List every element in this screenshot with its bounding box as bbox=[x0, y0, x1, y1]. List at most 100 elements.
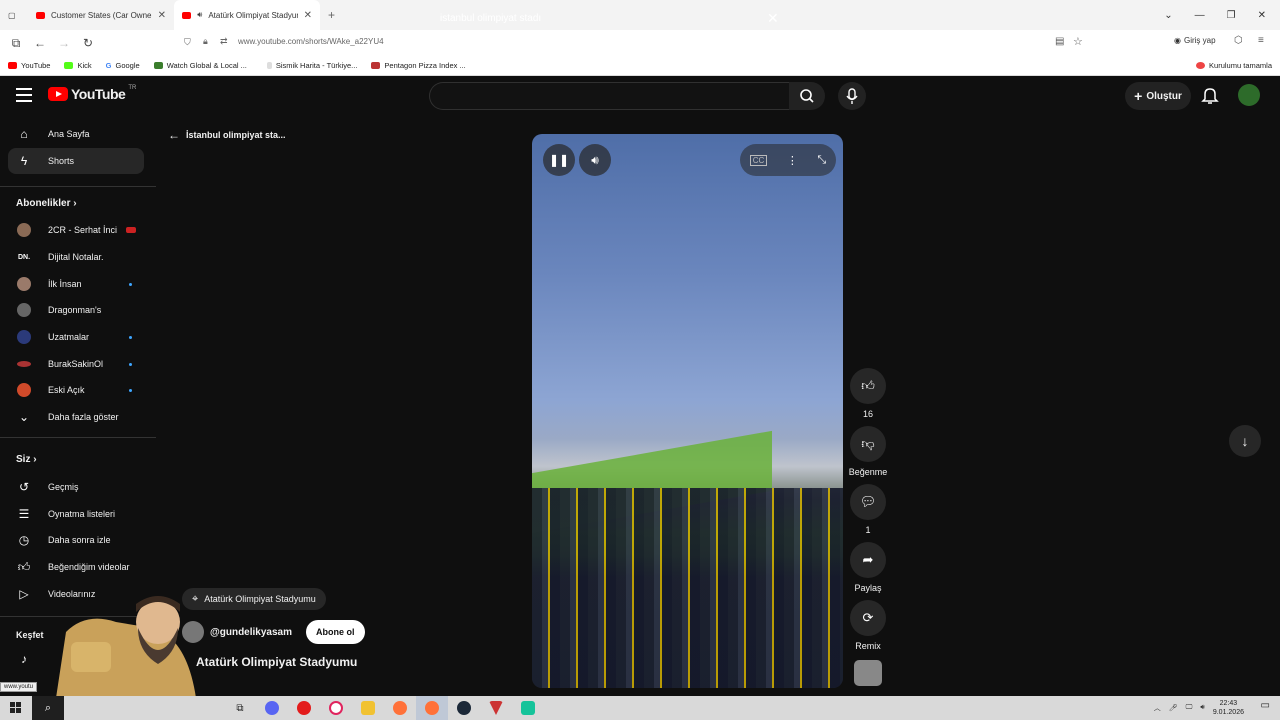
shorts-icon: ϟ bbox=[20, 154, 28, 168]
back-icon[interactable]: ← bbox=[28, 36, 52, 50]
taskbar-app-opera[interactable] bbox=[288, 696, 320, 720]
sidebar-item-eski-acik[interactable]: Eski Açık bbox=[8, 377, 144, 403]
youtube-logo[interactable]: YouTube TR bbox=[48, 85, 136, 102]
tab-actions-icon[interactable]: ▢ bbox=[0, 0, 28, 30]
signin-button[interactable]: ◉ Giriş yap bbox=[1174, 36, 1216, 45]
browser-tab-ataturk[interactable]: 🔊︎ Atatürk Olimpiyat Stadyumu ✕ bbox=[174, 0, 320, 30]
youtube-header: YouTube TR + Oluştur bbox=[0, 76, 1280, 116]
menu-icon[interactable]: ≡ bbox=[1258, 35, 1264, 46]
sidebar-item-dijital-notalar[interactable]: DN. Dijital Notalar. bbox=[8, 244, 144, 270]
avatar[interactable] bbox=[1238, 84, 1260, 106]
channel-avatar bbox=[17, 330, 31, 344]
bookmark-watch-global[interactable]: Watch Global & Local ... bbox=[153, 61, 247, 70]
comment-icon: 💬︎ bbox=[850, 484, 886, 520]
sound-thumbnail[interactable] bbox=[848, 660, 888, 686]
steam-icon bbox=[457, 701, 471, 715]
notifications-bell-icon[interactable] bbox=[1200, 85, 1220, 105]
taskbar-app-valorant[interactable] bbox=[480, 696, 512, 720]
search-taskbar-button[interactable]: ⌕ bbox=[32, 696, 64, 720]
fullscreen-icon[interactable]: ⤡ bbox=[817, 154, 826, 167]
subscriptions-heading[interactable]: Abonelikler › bbox=[16, 198, 77, 209]
create-button[interactable]: + Oluştur bbox=[1125, 82, 1191, 110]
sidebar-item-liked[interactable]: 👍︎ Beğendiğim videolar bbox=[8, 554, 144, 580]
short-title[interactable]: Atatürk Olimpiyat Stadyumu bbox=[196, 655, 357, 669]
like-button[interactable]: 👍︎ 16 bbox=[848, 368, 888, 419]
network-icon[interactable]: 🖵︎ bbox=[1186, 704, 1193, 712]
browser-tab-customer-states[interactable]: Customer States (Car Owners G ✕ bbox=[28, 0, 174, 30]
volume-button[interactable]: 🔊︎ bbox=[579, 144, 611, 176]
sidebar-toggle-icon[interactable]: ⧉ bbox=[4, 36, 28, 51]
taskbar-app-opera-gx[interactable] bbox=[320, 696, 352, 720]
search-button[interactable] bbox=[789, 82, 825, 110]
taskbar-app-explorer[interactable] bbox=[352, 696, 384, 720]
permissions-icon[interactable]: ⇄ bbox=[220, 36, 228, 47]
forward-icon[interactable]: → bbox=[52, 36, 76, 50]
bookmark-star-icon[interactable]: ☆ bbox=[1073, 35, 1083, 48]
bookmark-youtube[interactable]: YouTube bbox=[8, 61, 50, 70]
taskbar-app-discord[interactable] bbox=[256, 696, 288, 720]
clear-search-icon[interactable]: ✕ bbox=[767, 10, 779, 27]
restore-icon[interactable]: ❐ bbox=[1227, 10, 1236, 21]
sidebar-item-uzatmalar[interactable]: Uzatmalar bbox=[8, 324, 144, 350]
tray-expand-icon[interactable]: ︿ bbox=[1154, 703, 1161, 713]
sidebar-item-shorts[interactable]: ϟ Shorts bbox=[8, 148, 144, 174]
extensions-icon[interactable]: ⬡ bbox=[1234, 35, 1243, 46]
lock-icon[interactable]: 🔒︎ bbox=[203, 36, 208, 47]
hamburger-menu-icon[interactable] bbox=[16, 88, 32, 106]
sidebar-item-home[interactable]: ⌂ Ana Sayfa bbox=[8, 121, 144, 147]
share-button[interactable]: ➦ Paylaş bbox=[848, 542, 888, 593]
bookmark-pentagon[interactable]: Pentagon Pizza Index ... bbox=[371, 61, 466, 70]
close-tab-icon[interactable]: ✕ bbox=[304, 10, 312, 21]
notifications-icon[interactable]: ▭ bbox=[1261, 700, 1270, 711]
comments-button[interactable]: 💬︎ 1 bbox=[848, 484, 888, 535]
reader-view-icon[interactable]: ▤ bbox=[1055, 36, 1064, 47]
live-badge bbox=[126, 227, 136, 233]
search-input[interactable]: istanbul olimpiyat stadı bbox=[440, 13, 541, 24]
subscribe-button[interactable]: Abone ol bbox=[306, 620, 365, 644]
volume-tray-icon[interactable]: 🔊︎ bbox=[1200, 704, 1204, 712]
sidebar-item-ilk-insan[interactable]: İlk İnsan bbox=[8, 271, 144, 297]
voice-search-button[interactable] bbox=[838, 82, 866, 110]
mic-icon bbox=[846, 88, 858, 104]
back-to-search-link[interactable]: ← İstanbul olimpiyat sta... bbox=[168, 128, 286, 142]
you-heading[interactable]: Siz › bbox=[16, 454, 37, 465]
url-field[interactable]: www.youtube.com/shorts/WAke_a22YU4 bbox=[238, 37, 384, 46]
sidebar-item-watch-later[interactable]: ◷ Daha sonra izle bbox=[8, 527, 144, 553]
channel-name[interactable]: @gundelikyasam bbox=[210, 627, 292, 638]
taskbar-app-firefox[interactable] bbox=[384, 696, 416, 720]
sidebar-item-history[interactable]: ↺ Geçmiş bbox=[8, 474, 144, 500]
bookmark-kick[interactable]: Kick bbox=[64, 61, 92, 70]
bookmark-sismik[interactable]: Sismik Harita - Türkiye... bbox=[266, 61, 357, 70]
task-view-button[interactable]: ⧉ bbox=[224, 696, 256, 720]
speaker-icon[interactable]: 🔊︎ bbox=[197, 10, 202, 20]
pause-button[interactable]: ❚❚ bbox=[543, 144, 575, 176]
taskbar-app-steam[interactable] bbox=[448, 696, 480, 720]
search-box[interactable] bbox=[429, 82, 789, 110]
tab-list-icon[interactable]: ⌄ bbox=[1164, 10, 1172, 21]
sidebar-item-buraksakinol[interactable]: BurakSakinOl bbox=[8, 351, 144, 377]
bookmark-kurulum[interactable]: Kurulumu tamamla bbox=[1196, 61, 1272, 70]
captions-icon[interactable]: CC bbox=[749, 154, 768, 166]
taskbar-app-green[interactable] bbox=[512, 696, 544, 720]
start-button[interactable] bbox=[0, 696, 32, 720]
tracking-shield-icon[interactable]: ⛉ bbox=[184, 37, 191, 48]
minimize-icon[interactable]: — bbox=[1195, 10, 1205, 21]
taskbar-app-firefox-active[interactable] bbox=[416, 696, 448, 720]
sidebar-item-playlists[interactable]: ☰ Oynatma listeleri bbox=[8, 501, 144, 527]
explore-heading: Keşfet bbox=[16, 630, 44, 640]
dislike-button[interactable]: 👎︎ Beğenme bbox=[848, 426, 888, 477]
reload-icon[interactable]: ↻ bbox=[76, 36, 100, 50]
bookmark-google[interactable]: G Google bbox=[106, 61, 140, 70]
next-short-button[interactable]: ↓ bbox=[1229, 425, 1261, 457]
mic-tray-icon[interactable]: 🎤︎ bbox=[1169, 704, 1178, 712]
more-options-icon[interactable]: ⋮ bbox=[787, 154, 798, 167]
show-more-button[interactable]: ⌄ Daha fazla göster bbox=[8, 404, 144, 430]
sidebar-item-dragonmans[interactable]: Dragonman's bbox=[8, 297, 144, 323]
close-tab-icon[interactable]: ✕ bbox=[158, 10, 166, 21]
close-window-icon[interactable]: ✕ bbox=[1258, 10, 1266, 21]
sidebar-item-2cr[interactable]: 2CR - Serhat İnci bbox=[8, 217, 144, 243]
remix-button[interactable]: ⟳ Remix bbox=[848, 600, 888, 651]
clock[interactable]: 22:43 9.01.2026 bbox=[1213, 699, 1244, 717]
new-tab-button[interactable]: + bbox=[320, 0, 343, 30]
short-video-player[interactable] bbox=[532, 134, 843, 688]
